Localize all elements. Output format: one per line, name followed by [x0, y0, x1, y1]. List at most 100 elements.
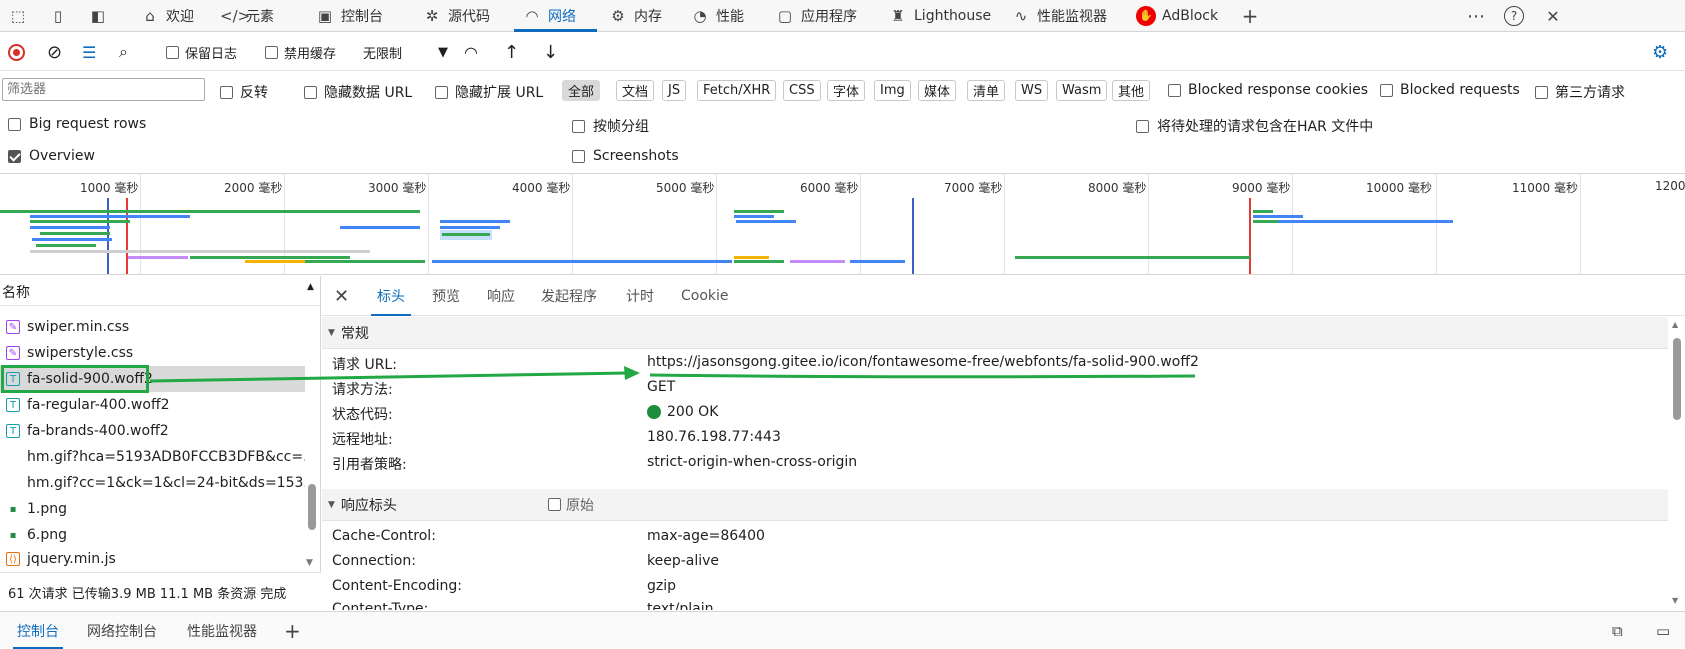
export-har-button[interactable]: ↓: [543, 42, 558, 63]
lighthouse-icon: ♜: [891, 7, 905, 25]
tab-elements[interactable]: </> 元素: [212, 0, 282, 32]
hide-data-url-checkbox[interactable]: 隐藏数据 URL: [304, 82, 412, 102]
close-detail-button[interactable]: ✕: [334, 276, 349, 316]
hide-extension-url-checkbox[interactable]: 隐藏扩展 URL: [435, 82, 543, 102]
response-headers-section-header[interactable]: ▼ 响应标头 原始: [322, 489, 1668, 521]
request-url-value[interactable]: https://jasonsgong.gitee.io/icon/fontawe…: [647, 354, 1199, 370]
tab-application[interactable]: ▢ 应用程序: [767, 0, 865, 32]
tab-console[interactable]: ▣ 控制台: [307, 0, 391, 32]
tab-cookie[interactable]: Cookie: [681, 276, 729, 316]
request-row[interactable]: Tfa-regular-400.woff2: [0, 392, 305, 418]
tab-network[interactable]: ◠ 网络: [514, 0, 597, 32]
filter-chip-media[interactable]: 媒体: [918, 80, 957, 101]
tab-adblock[interactable]: ✋ AdBlock: [1128, 0, 1226, 32]
tab-welcome[interactable]: ⌂ 欢迎: [132, 0, 202, 32]
inspect-icon[interactable]: ⬚: [8, 6, 28, 26]
filter-chip-css[interactable]: CSS: [783, 80, 821, 101]
header-value: max-age=86400: [647, 528, 765, 544]
blocked-cookies-checkbox[interactable]: Blocked response cookies: [1168, 82, 1368, 98]
filter-chip-ws[interactable]: WS: [1015, 80, 1049, 101]
detail-scrollbar[interactable]: ▲ ▼: [1670, 320, 1684, 610]
third-party-checkbox[interactable]: 第三方请求: [1535, 82, 1625, 102]
timeline-label: 4000 毫秒: [512, 181, 571, 195]
add-drawer-tab-icon[interactable]: +: [284, 612, 301, 649]
request-row[interactable]: ✎ swiper.min.css: [0, 314, 305, 340]
scroll-thumb[interactable]: [1673, 338, 1681, 420]
tab-sources[interactable]: ✲ 源代码: [414, 0, 498, 32]
header-value: gzip: [647, 578, 677, 594]
header-value: GET: [647, 379, 676, 395]
sort-up-icon[interactable]: ▲: [307, 282, 314, 292]
scroll-thumb[interactable]: [308, 484, 316, 530]
scroll-down-icon[interactable]: ▼: [306, 558, 313, 568]
filter-chip-fetch[interactable]: Fetch/XHR: [697, 80, 777, 101]
dock-drawer-icon[interactable]: ⧉: [1612, 612, 1623, 649]
disable-cache-checkbox[interactable]: 禁用缓存: [265, 42, 336, 62]
clear-button[interactable]: ⊘: [47, 42, 62, 63]
add-tab-icon[interactable]: +: [1240, 4, 1260, 28]
screenshots-checkbox[interactable]: Screenshots: [572, 148, 679, 164]
big-request-rows-checkbox[interactable]: Big request rows: [8, 116, 146, 132]
request-list-scrollbar[interactable]: ▼: [306, 306, 318, 570]
general-section-header[interactable]: ▼ 常规: [322, 317, 1668, 349]
include-pending-har-checkbox[interactable]: 将待处理的请求包含在HAR 文件中: [1136, 116, 1373, 136]
import-har-button[interactable]: ↑: [504, 42, 519, 63]
tab-memory[interactable]: ⚙ 内存: [600, 0, 670, 32]
help-icon[interactable]: ?: [1504, 6, 1524, 26]
image-file-icon: ▪: [9, 529, 17, 541]
close-drawer-icon[interactable]: ▭: [1656, 612, 1670, 649]
header-key: Connection:: [332, 553, 416, 569]
name-column-header[interactable]: 名称 ▲: [0, 276, 320, 306]
invert-checkbox[interactable]: 反转: [220, 82, 268, 102]
filter-chip-font[interactable]: 字体: [827, 80, 866, 101]
tab-performance-monitor[interactable]: ∿ 性能监视器: [1003, 0, 1115, 32]
drawer-tab-performance-monitor[interactable]: 性能监视器: [187, 612, 257, 649]
filter-chip-img[interactable]: Img: [874, 80, 911, 101]
drawer-tab-console[interactable]: 控制台: [13, 612, 63, 649]
request-row[interactable]: hm.gif?cc=1&ck=1&cl=24-bit&ds=153...: [0, 470, 305, 496]
filter-chip-other[interactable]: 其他: [1112, 80, 1151, 101]
timeline-label: 6000 毫秒: [800, 181, 859, 195]
request-row[interactable]: ▪ 1.png: [0, 496, 305, 522]
tab-timing[interactable]: 计时: [626, 276, 654, 316]
raw-headers-checkbox[interactable]: 原始: [548, 495, 594, 515]
drawer-tab-network-console[interactable]: 网络控制台: [87, 612, 157, 649]
filter-chip-all[interactable]: 全部: [562, 80, 601, 101]
throttle-select[interactable]: 无限制 ▼: [363, 42, 448, 62]
tab-preview[interactable]: 预览: [432, 276, 460, 316]
filter-chip-manifest[interactable]: 清单: [967, 80, 1006, 101]
filter-chip-doc[interactable]: 文档: [616, 80, 655, 101]
request-row[interactable]: ▪ 6.png: [0, 522, 305, 548]
network-settings-button[interactable]: ⚙: [1652, 42, 1668, 63]
console-icon: ▣: [317, 7, 333, 25]
device-emulation-icon[interactable]: ▯: [48, 6, 68, 26]
request-row[interactable]: hm.gif?hca=5193ADB0FCCB3DFB&cc=...: [0, 444, 305, 470]
filter-chip-js[interactable]: JS: [662, 80, 687, 101]
overview-checkbox[interactable]: Overview: [8, 148, 95, 164]
sidebar-toggle-icon[interactable]: ◧: [88, 6, 108, 26]
tab-response[interactable]: 响应: [487, 276, 515, 316]
filter-input[interactable]: [2, 78, 205, 101]
close-icon[interactable]: ✕: [1543, 6, 1563, 26]
tab-lighthouse[interactable]: ♜ Lighthouse: [880, 0, 999, 32]
network-conditions-button[interactable]: ◠: [464, 42, 478, 62]
tab-headers[interactable]: 标头: [371, 276, 411, 316]
preserve-log-checkbox[interactable]: 保留日志: [166, 42, 237, 62]
record-button[interactable]: [8, 42, 25, 62]
request-row[interactable]: ⟨⟩ jquery.min.js: [0, 548, 305, 570]
tab-performance[interactable]: ◔ 性能: [682, 0, 752, 32]
filter-toggle-button[interactable]: ☰: [82, 42, 96, 62]
search-button[interactable]: ⌕: [119, 42, 128, 62]
chip-icon: ⚙: [611, 7, 625, 25]
blocked-requests-checkbox[interactable]: Blocked requests: [1380, 82, 1520, 98]
css-file-icon: ✎: [6, 346, 20, 360]
scroll-up-icon[interactable]: ▲: [1672, 320, 1678, 329]
request-row[interactable]: ✎ swiperstyle.css: [0, 340, 305, 366]
group-by-frame-checkbox[interactable]: 按帧分组: [572, 116, 649, 136]
scroll-down-icon[interactable]: ▼: [1672, 596, 1678, 605]
request-row[interactable]: Tfa-brands-400.woff2: [0, 418, 305, 444]
tab-initiator[interactable]: 发起程序: [541, 276, 597, 316]
network-overview[interactable]: 1000 毫秒 2000 毫秒 3000 毫秒 4000 毫秒 5000 毫秒 …: [0, 173, 1685, 275]
filter-chip-wasm[interactable]: Wasm: [1056, 80, 1108, 101]
more-icon[interactable]: ⋯: [1466, 6, 1486, 27]
